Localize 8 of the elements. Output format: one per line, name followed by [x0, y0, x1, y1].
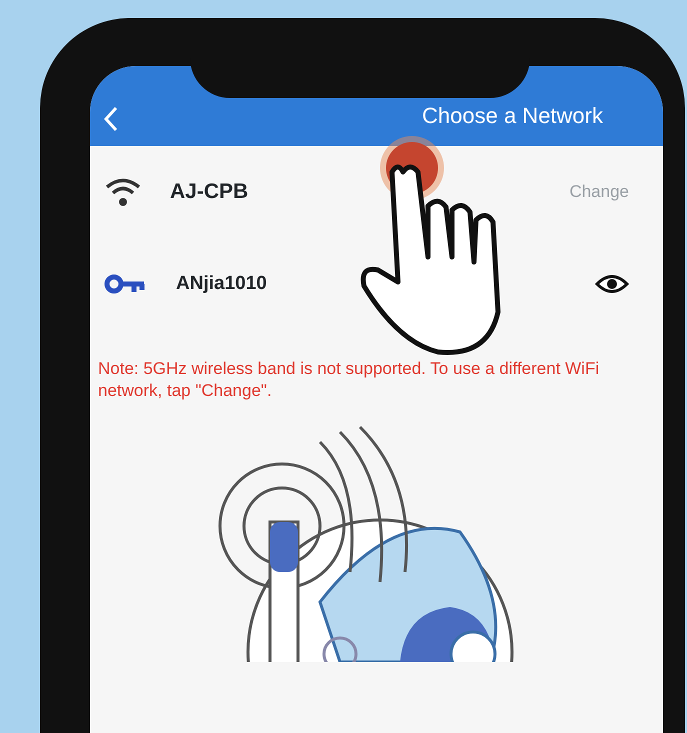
note-text: Note: 5GHz wireless band is not supported. To use a different WiFi network, tap "Change". — [98, 358, 600, 402]
change-button[interactable]: Change — [569, 179, 629, 205]
back-icon — [104, 106, 118, 132]
back-button[interactable] — [104, 106, 118, 132]
password-value: ANjia1010 — [176, 272, 267, 296]
network-name: AJ-CPB — [170, 179, 248, 206]
wifi-icon — [104, 177, 142, 207]
screen-title: Choose a Network — [422, 102, 603, 130]
